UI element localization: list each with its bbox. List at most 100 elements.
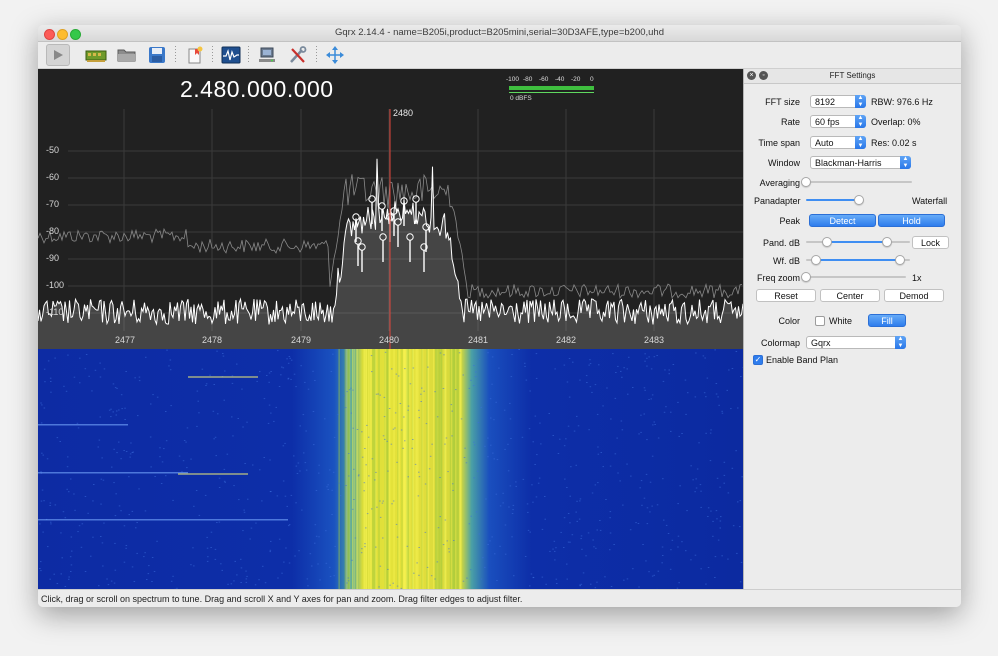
y-tick-label: -50 bbox=[46, 145, 60, 155]
start-dsp-button[interactable] bbox=[46, 44, 70, 66]
colormap-select[interactable]: Gqrx ▲ ▼ bbox=[806, 336, 906, 349]
play-icon bbox=[54, 50, 63, 60]
chevron-updown-icon: ▲ ▼ bbox=[895, 336, 906, 349]
window-value: Blackman-Harris bbox=[815, 158, 882, 168]
fft-size-select[interactable]: 8192 ▲ ▼ bbox=[810, 95, 866, 108]
overlap-info: Overlap: 0% bbox=[871, 117, 921, 127]
meter-tick: -60 bbox=[539, 76, 549, 83]
color-label: Color bbox=[778, 316, 800, 326]
open-settings-button[interactable] bbox=[115, 44, 139, 66]
chevron-updown-icon: ▲ ▼ bbox=[855, 136, 866, 149]
x-tick-label: 2477 bbox=[115, 335, 136, 345]
band-plan-label: Enable Band Plan bbox=[766, 355, 839, 365]
meter-tick: -40 bbox=[555, 76, 565, 83]
toolbar bbox=[38, 42, 961, 69]
peak-label: Peak bbox=[779, 216, 800, 226]
meter-tick: -80 bbox=[523, 76, 533, 83]
tools-button[interactable] bbox=[286, 44, 310, 66]
freq-zoom-slider[interactable] bbox=[801, 271, 906, 283]
peak-detect-button[interactable]: Detect bbox=[809, 214, 876, 227]
remote-control-button[interactable] bbox=[255, 44, 279, 66]
y-tick-label: -80 bbox=[46, 226, 60, 236]
rate-select[interactable]: 60 fps ▲ ▼ bbox=[810, 115, 866, 128]
center-frequency-label: 2480 bbox=[393, 108, 414, 118]
pand-db-range-slider[interactable] bbox=[806, 236, 910, 248]
rbw-info: RBW: 976.6 Hz bbox=[871, 97, 933, 107]
fft-size-label: FFT size bbox=[765, 97, 800, 107]
y-tick-label: -70 bbox=[46, 199, 60, 209]
signal-meter: -100 -80 -60 -40 -20 0 0 dBFS bbox=[506, 76, 596, 104]
fft-size-value: 8192 bbox=[815, 97, 836, 107]
spectrum-trace bbox=[38, 109, 743, 349]
rate-value: 60 fps bbox=[815, 117, 840, 127]
x-tick-label: 2481 bbox=[468, 335, 489, 345]
y-tick-label: -100 bbox=[46, 280, 65, 290]
white-checkbox[interactable] bbox=[815, 316, 825, 326]
waterfall-image bbox=[38, 349, 743, 589]
open-icon bbox=[117, 49, 136, 62]
rate-label: Rate bbox=[780, 117, 800, 127]
y-tick-label: -110 bbox=[46, 307, 64, 317]
peak-hold-button[interactable]: Hold bbox=[878, 214, 945, 227]
x-tick-label: 2480 bbox=[379, 335, 400, 345]
wf-db-label: Wf. dB bbox=[772, 256, 800, 266]
spectrum-plot[interactable]: 2.480.000.000 2480 -100 -80 -60 -40 -20 … bbox=[38, 69, 743, 349]
meter-tick: -20 bbox=[571, 76, 581, 83]
network-icon bbox=[259, 47, 275, 62]
slider-knob[interactable] bbox=[801, 177, 811, 187]
resolution-info: Res: 0.02 s bbox=[871, 138, 917, 148]
slider-knob[interactable] bbox=[801, 272, 811, 282]
move-icon bbox=[326, 46, 344, 64]
window-select[interactable]: Blackman-Harris ▲ ▼ bbox=[810, 156, 911, 169]
center-fft-button[interactable] bbox=[323, 44, 347, 66]
save-icon bbox=[149, 47, 165, 63]
pand-db-label: Pand. dB bbox=[762, 238, 800, 248]
demod-button[interactable]: Demod bbox=[884, 289, 944, 302]
y-tick-label: -60 bbox=[46, 172, 60, 182]
time-span-select[interactable]: Auto ▲ ▼ bbox=[810, 136, 866, 149]
x-tick-label: 2483 bbox=[644, 335, 665, 345]
window-label: Window bbox=[767, 158, 800, 168]
waveform-icon bbox=[221, 46, 241, 64]
x-tick-label: 2482 bbox=[556, 335, 577, 345]
wf-db-range-slider[interactable] bbox=[806, 254, 910, 266]
frequency-readout[interactable]: 2.480.000.000 bbox=[180, 76, 334, 103]
freq-zoom-label: Freq zoom bbox=[756, 273, 800, 283]
fft-settings-button[interactable] bbox=[219, 44, 243, 66]
chevron-updown-icon: ▲ ▼ bbox=[855, 115, 866, 128]
save-settings-button[interactable] bbox=[145, 44, 169, 66]
center-button[interactable]: Center bbox=[820, 289, 880, 302]
waterfall-label: Waterfall bbox=[912, 196, 948, 206]
app-window: Gqrx 2.14.4 - name=B205i,product=B205min… bbox=[38, 25, 961, 607]
hardware-icon bbox=[85, 50, 107, 62]
tools-icon bbox=[290, 46, 307, 63]
slider-knob[interactable] bbox=[854, 195, 864, 205]
waterfall-display[interactable] bbox=[38, 349, 743, 589]
fill-button[interactable]: Fill bbox=[868, 314, 906, 327]
slider-knob[interactable] bbox=[821, 237, 832, 247]
reset-button[interactable]: Reset bbox=[756, 289, 816, 302]
x-tick-label: 2479 bbox=[291, 335, 312, 345]
slider-knob[interactable] bbox=[882, 237, 893, 247]
time-span-label: Time span bbox=[758, 138, 800, 148]
bookmarks-button[interactable] bbox=[183, 44, 207, 66]
slider-knob[interactable] bbox=[811, 255, 822, 265]
averaging-slider[interactable] bbox=[801, 176, 912, 188]
time-span-value: Auto bbox=[815, 138, 834, 148]
window-title: Gqrx 2.14.4 - name=B205i,product=B205min… bbox=[334, 27, 664, 38]
band-plan-checkbox[interactable]: ✓ bbox=[753, 355, 763, 365]
chevron-updown-icon: ▲ ▼ bbox=[855, 95, 866, 108]
fft-settings-panel: × ◦ FFT Settings FFT size 8192 ▲ ▼ RBW: 97… bbox=[743, 69, 961, 589]
freq-zoom-value: 1x bbox=[912, 273, 922, 283]
slider-knob[interactable] bbox=[894, 255, 905, 265]
lock-button[interactable]: Lock bbox=[912, 236, 949, 249]
averaging-label: Averaging bbox=[759, 178, 800, 188]
meter-label: 0 dBFS bbox=[510, 95, 532, 102]
panel-header: × ◦ FFT Settings bbox=[744, 69, 961, 84]
panel-title: FFT Settings bbox=[829, 71, 876, 80]
pan-waterfall-slider[interactable] bbox=[806, 194, 912, 206]
io-devices-button[interactable] bbox=[84, 44, 108, 66]
colormap-value: Gqrx bbox=[811, 338, 831, 348]
white-label: White bbox=[829, 316, 853, 326]
panadapter-label: Panadapter bbox=[754, 196, 801, 206]
